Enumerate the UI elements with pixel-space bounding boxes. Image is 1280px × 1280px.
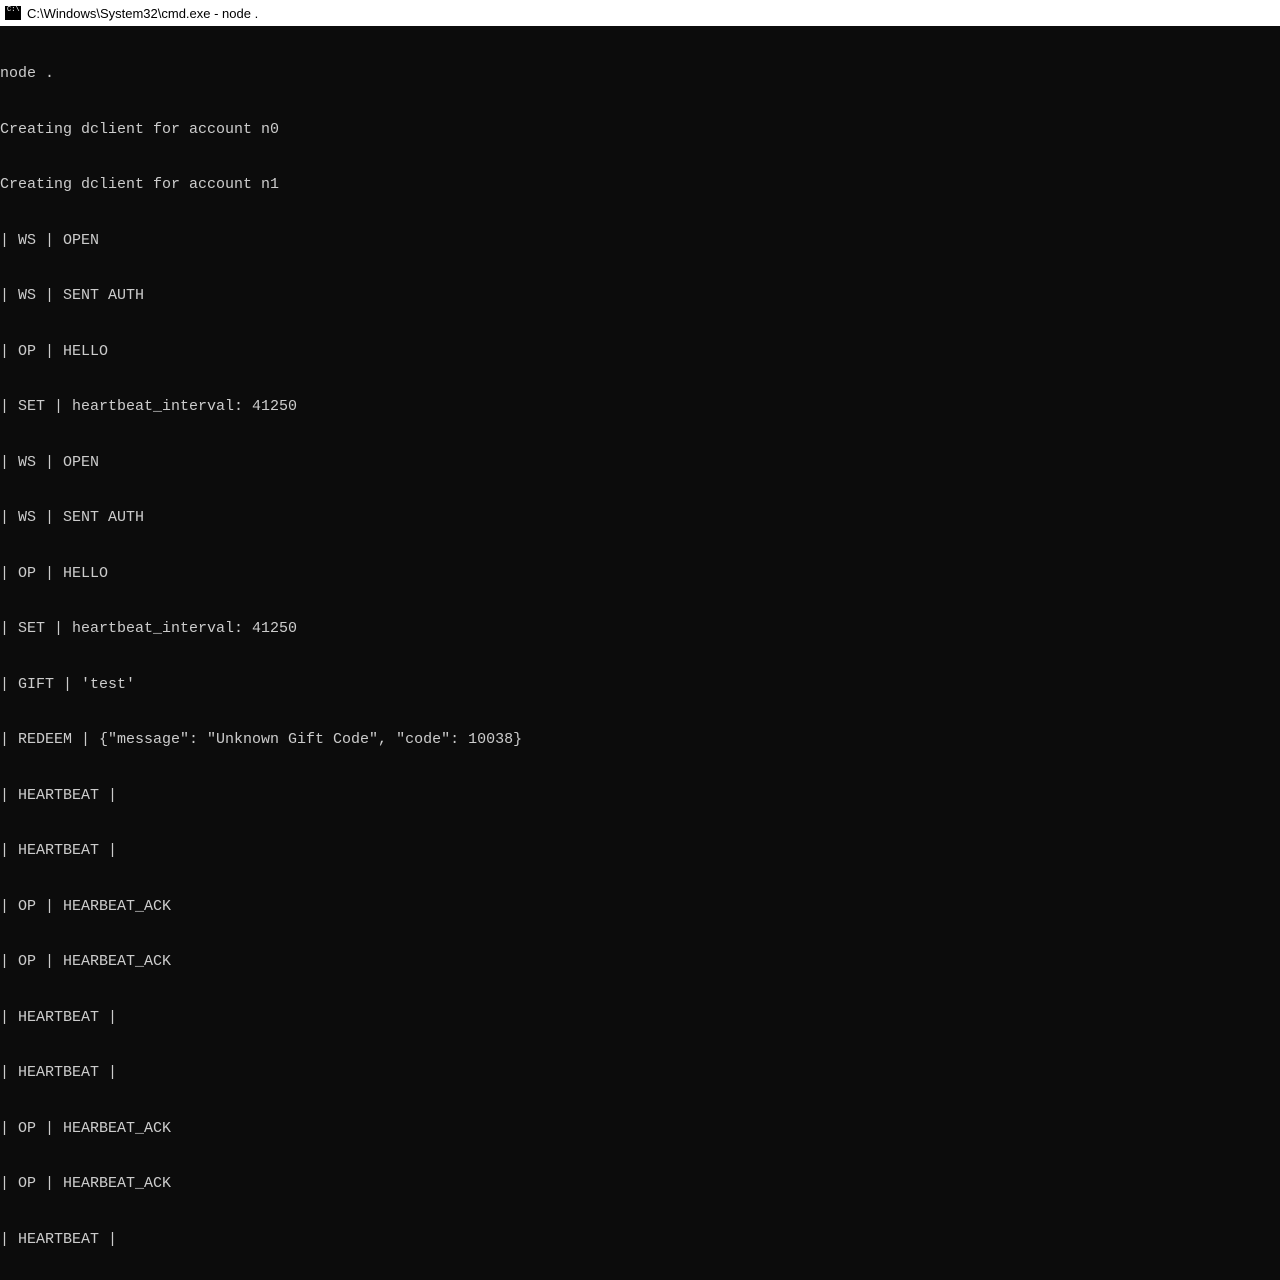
terminal-line: | WS | SENT AUTH: [0, 287, 1280, 306]
cmd-icon: [5, 6, 21, 20]
terminal-line: | REDEEM | {"message": "Unknown Gift Cod…: [0, 731, 1280, 750]
window-titlebar[interactable]: C:\Windows\System32\cmd.exe - node .: [0, 0, 1280, 26]
terminal-line: Creating dclient for account n0: [0, 121, 1280, 140]
terminal-line: | OP | HEARBEAT_ACK: [0, 1120, 1280, 1139]
terminal-line: | OP | HELLO: [0, 343, 1280, 362]
terminal-line: | SET | heartbeat_interval: 41250: [0, 398, 1280, 417]
terminal-line: | OP | HEARBEAT_ACK: [0, 953, 1280, 972]
terminal-line: | GIFT | 'test': [0, 676, 1280, 695]
terminal-line: Creating dclient for account n1: [0, 176, 1280, 195]
terminal-line: | HEARTBEAT |: [0, 842, 1280, 861]
terminal-line: | HEARTBEAT |: [0, 787, 1280, 806]
terminal-line: | WS | OPEN: [0, 232, 1280, 251]
terminal-line: | OP | HELLO: [0, 565, 1280, 584]
terminal-line: | WS | OPEN: [0, 454, 1280, 473]
terminal-line: | WS | SENT AUTH: [0, 509, 1280, 528]
terminal-line: | OP | HEARBEAT_ACK: [0, 898, 1280, 917]
terminal-line: | OP | HEARBEAT_ACK: [0, 1175, 1280, 1194]
terminal-line: | HEARTBEAT |: [0, 1009, 1280, 1028]
terminal-line: | HEARTBEAT |: [0, 1064, 1280, 1083]
terminal-output: node . Creating dclient for account n0 C…: [0, 26, 1280, 1280]
terminal-line: node .: [0, 65, 1280, 84]
terminal-line: | HEARTBEAT |: [0, 1231, 1280, 1250]
terminal-line: | SET | heartbeat_interval: 41250: [0, 620, 1280, 639]
window-title: C:\Windows\System32\cmd.exe - node .: [27, 6, 258, 21]
